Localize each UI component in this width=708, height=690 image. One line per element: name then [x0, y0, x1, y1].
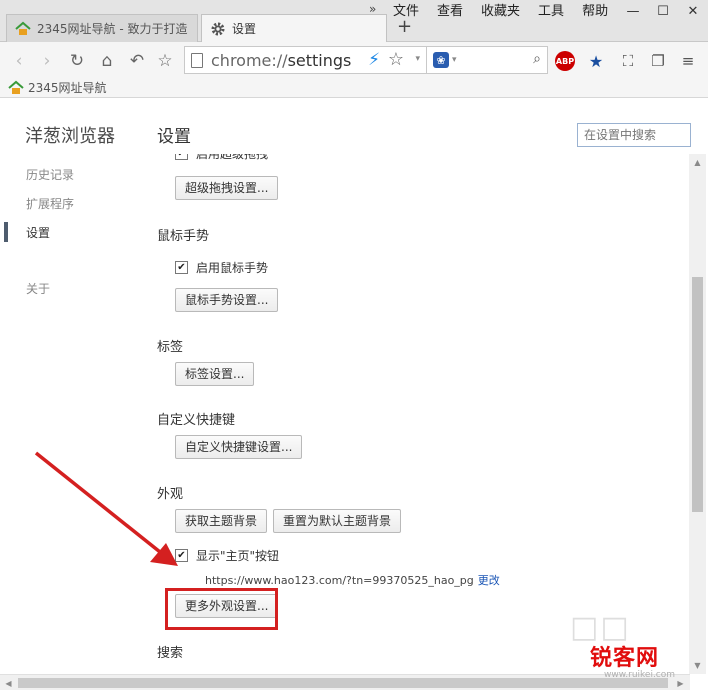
mouse-gesture-checkbox[interactable]: ✔: [175, 261, 188, 274]
adblock-icon[interactable]: ABP: [555, 51, 575, 71]
chevron-down-icon[interactable]: ▾: [415, 54, 420, 64]
section-shortcuts: 自定义快捷键: [157, 413, 236, 428]
scroll-left-icon[interactable]: ◀: [0, 675, 17, 690]
scroll-right-icon[interactable]: ▶: [672, 675, 689, 690]
house-icon: [8, 80, 24, 94]
fullscreen-icon[interactable]: ⛶: [618, 51, 638, 71]
baidu-paw-icon[interactable]: ❀: [433, 52, 449, 68]
favorite-star-icon[interactable]: ☆: [388, 49, 404, 70]
reload-icon[interactable]: ↻: [66, 50, 88, 72]
mouse-gesture-checkbox-row[interactable]: ✔ 启用鼠标手势: [175, 259, 268, 276]
home-button-label: 显示"主页"按钮: [196, 549, 280, 563]
settings-content: ✔ 启用超级拖拽 超级拖拽设置... 鼠标手势 ✔ 启用鼠标手势 鼠标手势设置.…: [0, 154, 689, 674]
section-mouse-gesture: 鼠标手势: [157, 229, 210, 244]
section-appearance: 外观: [157, 487, 184, 502]
menu-view[interactable]: 查看: [428, 3, 472, 21]
scroll-up-icon[interactable]: ▲: [689, 154, 706, 171]
forward-icon[interactable]: ›: [36, 50, 58, 72]
menu-icon[interactable]: ≡: [678, 51, 698, 71]
page-icon: [191, 52, 203, 68]
home-icon[interactable]: ⌂: [96, 50, 118, 72]
vertical-scrollbar[interactable]: ▲ ▼: [689, 154, 706, 674]
tab-settings[interactable]: 设置: [201, 14, 387, 42]
super-drag-checkbox[interactable]: ✔: [175, 154, 188, 160]
toolbar: ‹ › ↻ ⌂ ↶ ☆ chrome://settings ⚡ ☆ ▾ ❀ ▾ …: [0, 42, 708, 78]
house-icon: [15, 21, 31, 35]
tab-settings-button[interactable]: 标签设置...: [175, 362, 255, 386]
title-bar: 2345网址导航 - 致力于打造 设置 » + 文件 查看 收藏夹 工具 帮助 …: [0, 0, 708, 42]
scroll-down-icon[interactable]: ▼: [689, 657, 706, 674]
window-controls: — ☐ ✕: [618, 0, 708, 22]
get-theme-button[interactable]: 获取主题背景: [175, 509, 268, 533]
lightning-icon[interactable]: ⚡: [368, 50, 380, 70]
search-icon[interactable]: ⌕: [533, 51, 541, 67]
mouse-gesture-label: 启用鼠标手势: [196, 261, 269, 275]
back-icon[interactable]: ‹: [8, 50, 30, 72]
settings-page: 洋葱浏览器 历史记录 扩展程序 设置 关于 设置 ✔ 启用超级拖拽 超级拖拽设置…: [0, 99, 708, 674]
super-drag-label: 启用超级拖拽: [196, 154, 269, 161]
bookmark-label: 2345网址导航: [28, 81, 107, 95]
tab-2345-nav[interactable]: 2345网址导航 - 致力于打造: [6, 14, 198, 42]
shortcut-settings-button[interactable]: 自定义快捷键设置...: [175, 435, 303, 459]
reset-theme-button[interactable]: 重置为默认主题背景: [273, 509, 402, 533]
menu-file[interactable]: 文件: [393, 3, 428, 21]
tab-overflow-button[interactable]: »: [369, 2, 376, 16]
home-page-url: https://www.hao123.com/?tn=99370525_hao_…: [205, 574, 500, 587]
annotation-highlight-box: [165, 588, 278, 630]
menu-tools[interactable]: 工具: [529, 3, 573, 21]
hscroll-thumb[interactable]: [18, 678, 668, 688]
home-button-checkbox-row[interactable]: ✔ 显示"主页"按钮: [175, 547, 279, 564]
super-drag-checkbox-row[interactable]: ✔ 启用超级拖拽: [175, 154, 268, 162]
home-button-checkbox[interactable]: ✔: [175, 549, 188, 562]
menu-help[interactable]: 帮助: [573, 3, 617, 21]
page-title: 设置: [157, 127, 191, 147]
bookmark-2345[interactable]: 2345网址导航: [8, 79, 107, 96]
bookmark-star-icon[interactable]: ☆: [154, 50, 176, 72]
minimize-button[interactable]: —: [618, 0, 648, 22]
address-bar[interactable]: chrome://settings ⚡ ☆ ▾: [184, 46, 426, 74]
horizontal-scrollbar[interactable]: ◀ ▶: [0, 674, 690, 690]
close-window-button[interactable]: ✕: [678, 0, 708, 22]
search-bar[interactable]: ❀ ▾ ⌕: [426, 46, 548, 74]
section-search: 搜索: [157, 646, 184, 661]
change-home-link[interactable]: 更改: [478, 574, 500, 587]
maximize-button[interactable]: ☐: [648, 0, 678, 22]
scroll-thumb[interactable]: [692, 277, 703, 512]
window-icon[interactable]: ❐: [648, 51, 668, 71]
favorites-manager-icon[interactable]: ★: [586, 51, 606, 71]
undo-close-icon[interactable]: ↶: [126, 50, 148, 72]
section-tabs: 标签: [157, 340, 184, 355]
bookmark-bar: 2345网址导航: [0, 78, 708, 98]
chevron-down-icon[interactable]: ▾: [452, 55, 457, 65]
gear-icon: [211, 22, 225, 36]
browser-brand: 洋葱浏览器: [25, 126, 115, 147]
tab-title: 2345网址导航 - 致力于打造: [37, 22, 188, 36]
url-text: chrome://settings: [211, 50, 352, 70]
tab-title: 设置: [232, 22, 257, 36]
settings-search-input[interactable]: [577, 123, 691, 147]
menu-bar: 文件 查看 收藏夹 工具 帮助: [393, 3, 617, 21]
super-drag-settings-button[interactable]: 超级拖拽设置...: [175, 176, 279, 200]
mouse-gesture-settings-button[interactable]: 鼠标手势设置...: [175, 288, 279, 312]
menu-favorites[interactable]: 收藏夹: [472, 3, 529, 21]
